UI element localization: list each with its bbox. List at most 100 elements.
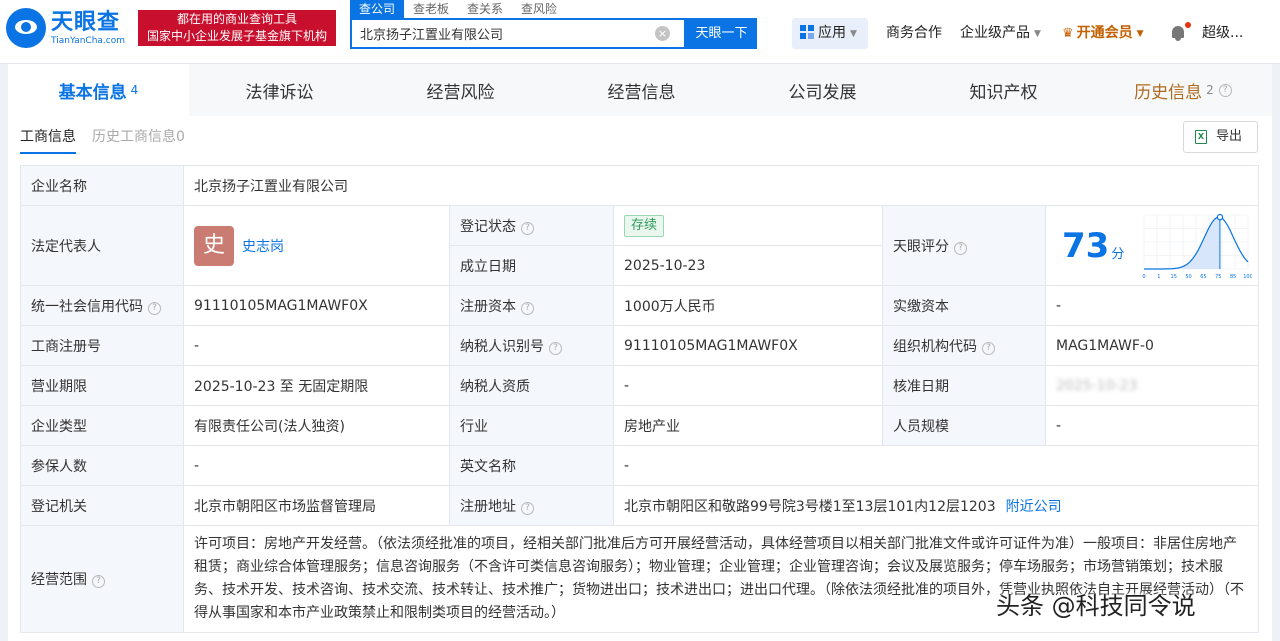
reg-capital-label: 注册资本: [460, 298, 516, 315]
org-code-label-cell: 组织机构代码?: [882, 325, 1046, 366]
term-label: 营业期限: [20, 365, 184, 406]
top-bar: 天眼查 TianYanCha.com 都在用的商业查询工具 国家中小企业发展子基…: [0, 0, 1280, 64]
tab-legal[interactable]: 法律诉讼: [189, 64, 370, 116]
insured-label: 参保人数: [20, 445, 184, 486]
reg-status-label-cell: 登记状态?: [449, 205, 614, 246]
help-icon[interactable]: ?: [982, 341, 995, 355]
chart-tick-label: 75: [1215, 274, 1221, 280]
tab-history[interactable]: 历史信息 2?: [1094, 64, 1272, 116]
logo-domain: TianYanCha.com: [51, 36, 126, 46]
app-menu-button[interactable]: 应用 ▼: [792, 18, 868, 49]
search-tab-relation[interactable]: 查关系: [458, 0, 512, 18]
help-icon[interactable]: ?: [521, 301, 534, 315]
tab-risk[interactable]: 经营风险: [370, 64, 551, 116]
search-button[interactable]: 天眼一下: [686, 18, 757, 49]
score-unit: 分: [1111, 246, 1125, 262]
chevron-down-icon: ▼: [1136, 29, 1144, 39]
approval-date-label: 核准日期: [882, 365, 1046, 406]
industry-value: 房地产业: [613, 405, 883, 446]
help-icon[interactable]: ?: [1218, 83, 1232, 97]
term-value: 2025-10-23 至 无固定期限: [183, 365, 450, 406]
tab-history-count: 2: [1206, 83, 1214, 97]
clear-icon[interactable]: ×: [655, 26, 670, 41]
reg-no-label: 工商注册号: [20, 325, 184, 366]
address-label: 注册地址: [460, 498, 516, 515]
bell-body: [1172, 26, 1184, 38]
legal-rep-link[interactable]: 史志岗: [242, 239, 284, 255]
score-cell[interactable]: 73 分 0 1 15 50 65 75 85 100: [1045, 205, 1259, 286]
legal-rep-cell: 史史志岗: [183, 205, 450, 286]
export-button[interactable]: X 导出: [1183, 121, 1258, 153]
search-input[interactable]: [352, 20, 652, 47]
table-row: 参保人数 - 英文名称 -: [20, 445, 1259, 486]
address-value: 北京市朝阳区和敬路99号院3号楼1至13层101内12层1203: [624, 498, 996, 515]
credit-code-label-cell: 统一社会信用代码?: [20, 285, 184, 326]
chart-tick-label: 65: [1200, 274, 1206, 280]
reg-status-label: 登记状态: [460, 218, 516, 235]
section-tabs: 基本信息 4 法律诉讼 经营风险 经营信息 公司发展 知识产权 历史信息 2?: [8, 64, 1272, 116]
nav-enterprise-products[interactable]: 企业级产品 ▼: [960, 18, 1041, 49]
avatar[interactable]: 史: [194, 225, 234, 266]
score-curve-area: [1144, 217, 1220, 269]
approval-date-value: 2025-10-23: [1056, 377, 1138, 394]
nav-vip-label: 开通会员: [1076, 25, 1133, 41]
search-tab-risk[interactable]: 查风险: [512, 0, 566, 18]
help-icon[interactable]: ?: [92, 575, 105, 588]
credit-code-value: 91110105MAG1MAWF0X: [183, 285, 450, 326]
address-cell: 北京市朝阳区和敬路99号院3号楼1至13层101内12层1203 附近公司: [613, 485, 1259, 526]
tab-basic-label: 基本信息: [58, 82, 127, 103]
help-icon[interactable]: ?: [148, 301, 161, 315]
nearby-companies-link[interactable]: 附近公司: [1006, 499, 1062, 515]
type-label: 企业类型: [20, 405, 184, 446]
scope-label-cell: 经营范围?: [20, 525, 184, 633]
help-icon[interactable]: ?: [521, 501, 534, 515]
app-menu-label: 应用: [818, 25, 846, 41]
chart-tick-labels: 0 1 15 50 65 75 85 100: [1142, 274, 1252, 280]
subtab-history-business[interactable]: 历史工商信息0: [92, 126, 185, 154]
chevron-down-icon: ▼: [1034, 29, 1041, 39]
insured-value: -: [183, 445, 450, 486]
logo-name: 天眼查: [51, 10, 121, 35]
slogan-line-1: 都在用的商业查询工具: [176, 12, 297, 26]
tab-ip[interactable]: 知识产权: [913, 64, 1094, 116]
chart-tick-label: 100: [1243, 274, 1252, 280]
slogan-line-2: 国家中小企业发展子基金旗下机构: [146, 29, 327, 43]
tab-development[interactable]: 公司发展: [732, 64, 913, 116]
established-value: 2025-10-23: [613, 245, 883, 286]
help-icon[interactable]: ?: [549, 341, 562, 355]
site-logo[interactable]: 天眼查 TianYanCha.com: [6, 8, 125, 48]
table-row: 工商注册号 - 纳税人识别号? 91110105MAG1MAWF0X 组织机构代…: [20, 325, 1259, 366]
table-row: 营业期限 2025-10-23 至 无固定期限 纳税人资质 - 核准日期 202…: [20, 365, 1259, 406]
bell-icon[interactable]: [1170, 22, 1191, 42]
sub-tabs: 工商信息 历史工商信息0: [20, 126, 201, 154]
staff-label: 人员规模: [882, 405, 1046, 446]
notification-dot: [1185, 22, 1191, 28]
nav-business-cooperation[interactable]: 商务合作: [886, 18, 942, 49]
slogan-banner: 都在用的商业查询工具 国家中小企业发展子基金旗下机构: [138, 10, 336, 46]
business-info-table: 企业名称 北京扬子江置业有限公司 法定代表人 史史志岗 登记状态? 存续 天眼评…: [20, 165, 1259, 633]
chart-tick-label: 1: [1157, 274, 1160, 280]
credit-code-label: 统一社会信用代码: [31, 298, 143, 315]
score-marker-point: [1216, 213, 1224, 221]
help-icon[interactable]: ?: [954, 241, 967, 255]
tab-operations[interactable]: 经营信息: [551, 64, 732, 116]
app-grid-icon: [800, 25, 814, 39]
tab-basic-info[interactable]: 基本信息 4: [8, 64, 189, 116]
reg-capital-value: 1000万人民币: [613, 285, 883, 326]
search-type-tabs: 查公司 查老板 查关系 查风险: [350, 0, 566, 18]
help-icon[interactable]: ?: [521, 221, 534, 235]
search-tab-company[interactable]: 查公司: [350, 0, 405, 18]
subtab-business-info[interactable]: 工商信息: [20, 126, 76, 154]
nav-open-vip[interactable]: ♛ 开通会员 ▼: [1062, 18, 1144, 49]
user-menu[interactable]: 超级...: [1202, 18, 1243, 49]
score-label-cell: 天眼评分?: [882, 205, 1046, 286]
reg-capital-label-cell: 注册资本?: [449, 285, 614, 326]
reg-status-cell: 存续: [613, 205, 883, 246]
eye-logo-icon: [6, 8, 46, 48]
bell-clapper: [1175, 38, 1181, 41]
watermark: 头条 @科技同令说: [996, 592, 1196, 620]
paid-capital-label: 实缴资本: [882, 285, 1046, 326]
company-name-value: 北京扬子江置业有限公司: [183, 165, 1259, 206]
taxpayer-id-value: 91110105MAG1MAWF0X: [613, 325, 883, 366]
search-tab-boss[interactable]: 查老板: [404, 0, 458, 18]
